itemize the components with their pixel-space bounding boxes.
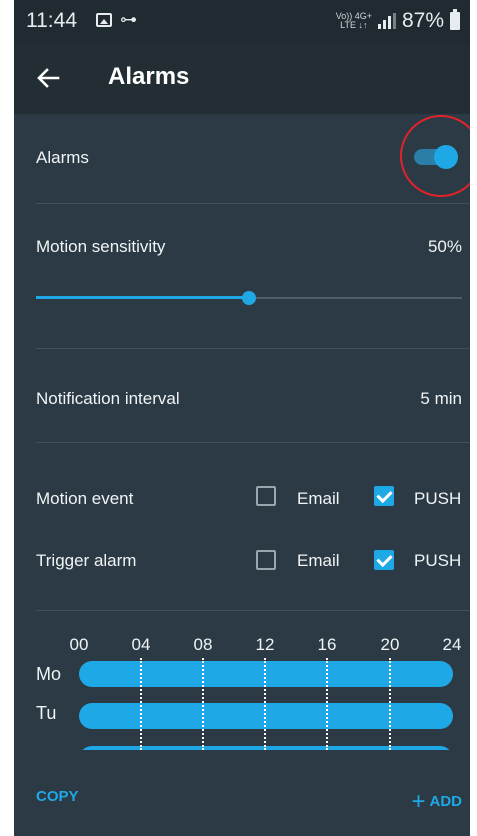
motion-event-row: Motion event [36,489,462,509]
key-icon: ⊶ [120,10,137,29]
divider [36,203,470,204]
hour-label: 20 [380,635,400,654]
motion-sensitivity-slider[interactable] [36,288,462,308]
trigger-alarm-label: Trigger alarm [36,551,137,570]
schedule-bar-tu[interactable] [79,703,453,729]
schedule-bar-we[interactable] [79,746,453,750]
day-label-tu: Tu [36,703,57,723]
app-bar: Alarms [14,44,470,114]
alarms-screen: 11:44 ⊶ Vo)) 4G+ LTE ↓↑ 87% Alarms Alarm… [14,0,470,836]
hour-gridline [389,658,391,750]
hour-gridline [202,658,204,750]
image-icon [96,13,112,27]
day-label-mo: Mo [36,664,62,684]
slider-knob[interactable] [242,291,256,305]
battery-icon [450,9,460,30]
alarms-label: Alarms [36,148,89,167]
slider-fill [36,296,249,299]
plus-icon: + [411,788,426,815]
status-indicators: Vo)) 4G+ LTE ↓↑ 87% [336,9,460,33]
page-title: Alarms [108,63,190,90]
status-time: 11:44 [26,9,77,32]
divider [36,442,470,443]
status-bar: 11:44 ⊶ Vo)) 4G+ LTE ↓↑ 87% [14,0,470,44]
arrow-left-icon[interactable] [32,62,64,94]
motion-sensitivity-row: Motion sensitivity 50% [36,237,462,257]
hour-gridline [264,658,266,750]
hour-gridline [326,658,328,750]
network-indicator: Vo)) 4G+ LTE ↓↑ [335,11,372,30]
motion-event-email-label: Email [297,489,340,508]
divider [36,348,470,349]
motion-sensitivity-label: Motion sensitivity [36,237,166,256]
notification-interval-label: Notification interval [36,389,180,408]
motion-event-email-checkbox[interactable] [256,486,276,506]
trigger-alarm-email-label: Email [297,551,340,570]
notification-interval-value: 5 min [420,389,462,408]
alarms-row: Alarms [36,148,462,168]
trigger-alarm-row: Trigger alarm [36,551,462,571]
battery-percent: 87% [401,9,444,32]
add-label: ADD [429,793,463,810]
motion-event-push-checkbox[interactable] [374,486,394,506]
copy-button[interactable]: COPY [36,788,79,805]
motion-sensitivity-value: 50% [427,237,462,256]
hour-label: 00 [69,635,89,654]
highlight-circle [400,115,470,197]
signal-icon [377,13,396,29]
hour-label: 08 [193,635,213,654]
motion-event-push-label: PUSH [414,489,462,508]
hour-label: 24 [442,635,462,654]
add-button[interactable]: + ADD [411,788,462,816]
notification-interval-row[interactable]: Notification interval 5 min [36,389,462,409]
hour-label: 16 [317,635,337,654]
weekly-schedule: 00 04 08 12 16 20 24 Mo Tu [14,620,470,750]
divider [36,610,470,611]
hour-gridline [140,658,142,750]
trigger-alarm-email-checkbox[interactable] [256,550,276,570]
motion-event-label: Motion event [36,489,134,508]
schedule-bar-mo[interactable] [79,661,453,687]
trigger-alarm-push-label: PUSH [414,551,462,570]
hour-label: 12 [255,635,275,654]
trigger-alarm-push-checkbox[interactable] [374,550,394,570]
hour-label: 04 [131,635,151,654]
